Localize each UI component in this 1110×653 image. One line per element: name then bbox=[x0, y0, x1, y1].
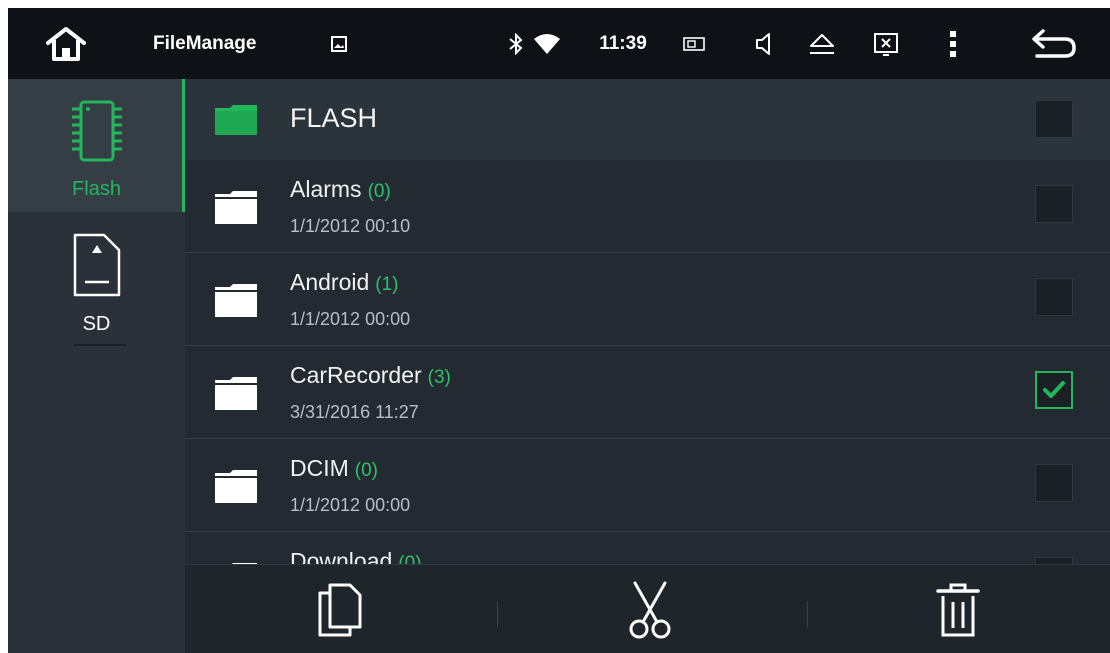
file-name: CarRecorder bbox=[290, 362, 422, 388]
delete-icon[interactable] bbox=[913, 565, 1003, 653]
current-folder-title: FLASH bbox=[290, 103, 378, 133]
list-item[interactable]: Download (0) bbox=[185, 532, 1110, 564]
file-name: DCIM bbox=[290, 455, 349, 481]
home-icon[interactable] bbox=[38, 8, 94, 79]
list-item[interactable]: Alarms (0) 1/1/2012 00:10 bbox=[185, 160, 1110, 253]
current-folder-header[interactable]: FLASH bbox=[185, 79, 1110, 160]
copy-icon[interactable] bbox=[295, 565, 385, 653]
file-name: Android bbox=[290, 269, 370, 295]
file-name: Download bbox=[290, 548, 393, 564]
sidebar-divider bbox=[74, 344, 126, 346]
file-name: Alarms bbox=[290, 176, 362, 202]
modified-date: 1/1/2012 00:10 bbox=[290, 216, 411, 236]
modified-date: 1/1/2012 00:00 bbox=[290, 495, 411, 515]
sidebar-item-label: SD bbox=[82, 313, 111, 335]
checkmark-icon bbox=[1043, 381, 1065, 398]
cut-icon[interactable] bbox=[605, 565, 695, 653]
clock: 11:39 bbox=[599, 32, 647, 54]
item-count: (3) bbox=[427, 367, 451, 388]
back-icon[interactable] bbox=[1026, 8, 1082, 79]
list-item[interactable]: DCIM (0) 1/1/2012 00:00 bbox=[185, 439, 1110, 532]
select-checkbox[interactable] bbox=[1035, 464, 1073, 502]
action-toolbar bbox=[185, 564, 1110, 653]
folder-icon bbox=[214, 375, 258, 415]
item-count: (0) bbox=[398, 553, 422, 564]
folder-icon bbox=[214, 189, 258, 229]
bluetooth-icon bbox=[504, 8, 528, 79]
storage-sidebar: Flash SD bbox=[8, 79, 185, 653]
green-folder-icon bbox=[213, 104, 259, 140]
eject-icon[interactable] bbox=[804, 8, 840, 79]
chip-icon bbox=[68, 99, 126, 169]
select-checkbox[interactable] bbox=[1035, 371, 1073, 409]
sidebar-item-sd[interactable]: SD bbox=[8, 212, 185, 345]
modified-date: 1/1/2012 00:00 bbox=[290, 309, 411, 329]
file-list: Alarms (0) 1/1/2012 00:10 Android (1) 1/1/… bbox=[185, 160, 1110, 564]
app-title: FileManage bbox=[153, 32, 257, 54]
select-checkbox[interactable] bbox=[1035, 185, 1073, 223]
select-checkbox[interactable] bbox=[1035, 278, 1073, 316]
status-bar: FileManage 11:39 bbox=[8, 8, 1110, 79]
file-manager-window: FileManage 11:39 Flash SD FLASH Alarms (… bbox=[8, 8, 1110, 653]
list-item[interactable]: Android (1) 1/1/2012 00:00 bbox=[185, 253, 1110, 346]
wifi-icon bbox=[530, 8, 564, 79]
toolbar-divider bbox=[497, 601, 498, 627]
folder-icon bbox=[214, 282, 258, 322]
list-item[interactable]: CarRecorder (3) 3/31/2016 11:27 bbox=[185, 346, 1110, 439]
select-checkbox[interactable] bbox=[1035, 557, 1073, 564]
sidebar-item-label: Flash bbox=[72, 178, 121, 200]
select-all-checkbox[interactable] bbox=[1035, 100, 1073, 138]
modified-date: 3/31/2016 11:27 bbox=[290, 402, 419, 422]
item-count: (0) bbox=[354, 460, 379, 481]
close-window-icon[interactable] bbox=[868, 8, 904, 79]
volume-icon[interactable] bbox=[748, 8, 780, 79]
toolbar-divider bbox=[807, 601, 808, 627]
item-count: (0) bbox=[367, 181, 391, 202]
more-vert-icon[interactable] bbox=[938, 8, 968, 79]
sd-card-icon bbox=[70, 232, 124, 302]
item-count: (1) bbox=[375, 274, 399, 295]
sidebar-item-flash[interactable]: Flash bbox=[8, 79, 185, 212]
screen-icon[interactable] bbox=[678, 8, 710, 79]
image-notification-icon bbox=[326, 8, 352, 79]
folder-icon bbox=[214, 468, 258, 508]
